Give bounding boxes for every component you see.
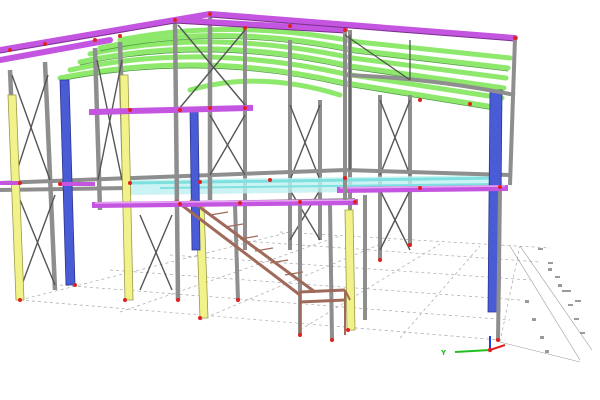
ground-grid <box>19 231 551 343</box>
axis-y-line <box>454 349 491 353</box>
model-viewport[interactable]: Y <box>0 0 600 400</box>
axis-triad: Y <box>440 336 506 357</box>
dimension-ticks <box>525 248 585 353</box>
axis-origin <box>487 347 493 353</box>
structure-3d-view[interactable]: Y <box>0 0 600 400</box>
mezzanine-floor <box>129 175 505 195</box>
axis-y-label: Y <box>440 349 447 357</box>
lower-columns <box>233 189 502 341</box>
axis-x-line <box>489 344 506 351</box>
dimension-lines <box>499 245 593 363</box>
